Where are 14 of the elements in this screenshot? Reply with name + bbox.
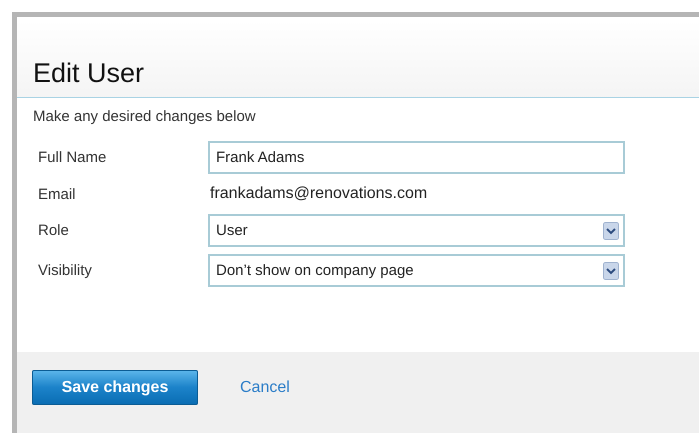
chevron-down-icon xyxy=(603,262,619,280)
dialog-subtitle: Make any desired changes below xyxy=(33,108,257,125)
input-field[interactable]: Frank Adams xyxy=(208,141,625,174)
chevron-down-icon xyxy=(603,222,619,240)
field-label: Full Name xyxy=(38,149,108,166)
dialog-title: Edit User xyxy=(33,58,144,89)
field-label: Visibility xyxy=(38,262,93,279)
field-label: Email xyxy=(38,186,77,202)
cancel-link[interactable]: Cancel xyxy=(240,378,290,396)
field-value: frankadams@renovations.com xyxy=(209,184,428,204)
save-button[interactable]: Save changes xyxy=(32,370,198,405)
dropdown-field[interactable]: User xyxy=(208,214,625,247)
dropdown-field[interactable]: Don’t show on company page xyxy=(208,254,625,287)
field-label: Role xyxy=(38,222,70,239)
